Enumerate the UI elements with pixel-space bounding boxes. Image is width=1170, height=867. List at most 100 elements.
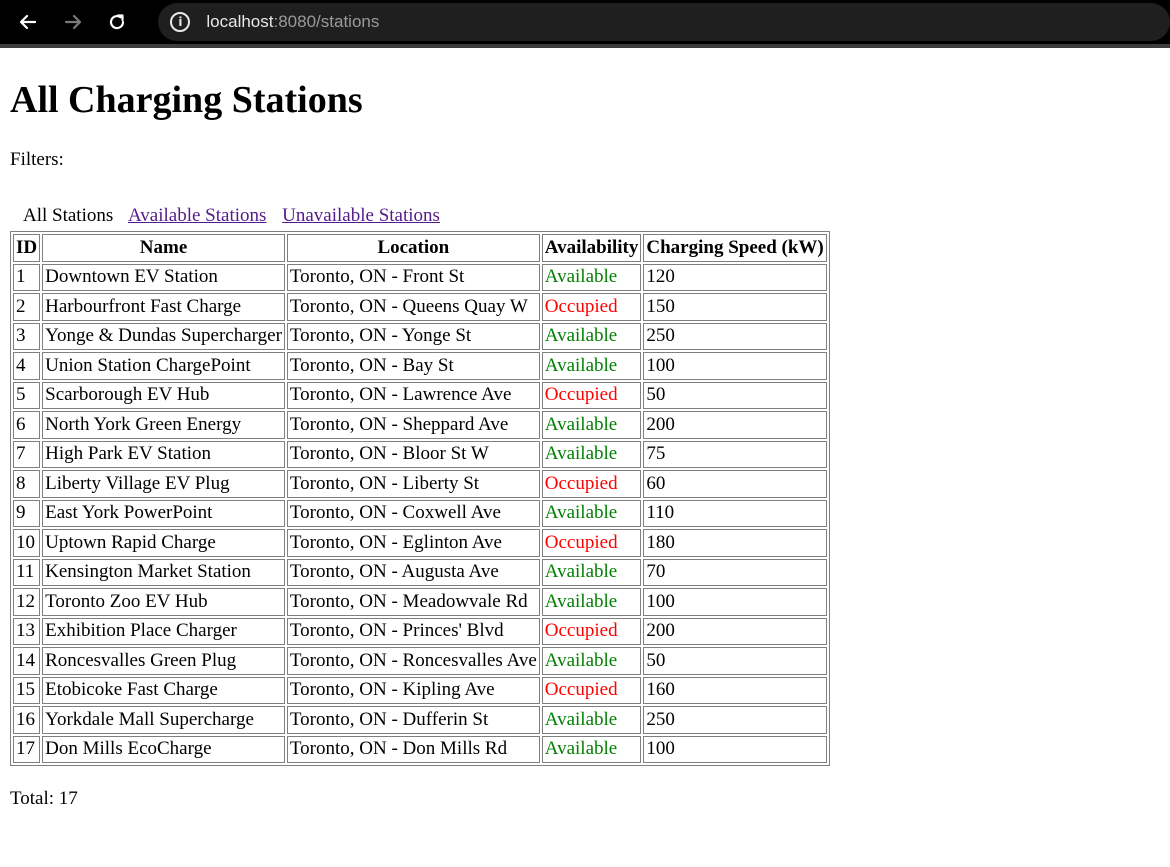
cell-name: Toronto Zoo EV Hub <box>42 588 285 616</box>
cell-location: Toronto, ON - Eglinton Ave <box>286 529 540 557</box>
url-path: :8080/stations <box>273 12 380 31</box>
cell-location: Toronto, ON - Kipling Ave <box>286 676 540 704</box>
url-host: localhost <box>206 12 274 31</box>
table-row: 7 High Park EV Station Toronto, ON - Bloor… <box>13 440 827 468</box>
cell-id: 9 <box>13 499 41 527</box>
header-name: Name <box>42 234 285 262</box>
table-row: 8 Liberty Village EV Plug Toronto, ON - Li… <box>13 470 827 498</box>
table-row: 15 Etobicoke Fast Charge Toronto, ON - Kip… <box>13 676 827 704</box>
cell-charging-speed: 75 <box>643 440 827 468</box>
cell-name: Exhibition Place Charger <box>42 617 285 645</box>
cell-availability: Available <box>541 411 642 439</box>
cell-name: Kensington Market Station <box>42 558 285 586</box>
cell-availability: Occupied <box>541 293 642 321</box>
table-row: 11 Kensington Market Station Toronto, ON -… <box>13 558 827 586</box>
cell-availability: Available <box>541 352 642 380</box>
cell-id: 1 <box>13 263 41 291</box>
cell-id: 10 <box>13 529 41 557</box>
cell-name: Roncesvalles Green Plug <box>42 647 285 675</box>
table-header-row: ID Name Location Availability Charging Speed… <box>13 234 827 262</box>
reload-icon <box>110 14 125 30</box>
arrow-left-icon <box>19 14 36 30</box>
cell-location: Toronto, ON - Roncesvalles Ave <box>286 647 540 675</box>
table-row: 4 Union Station ChargePoint Toronto, ON - … <box>13 352 827 380</box>
filter-unavailable-link[interactable]: Unavailable Stations <box>282 205 440 226</box>
cell-location: Toronto, ON - Front St <box>286 263 540 291</box>
stations-table: ID Name Location Availability Charging Speed… <box>10 231 830 766</box>
cell-location: Toronto, ON - Sheppard Ave <box>286 411 540 439</box>
table-row: 13 Exhibition Place Charger Toronto, ON - … <box>13 617 827 645</box>
cell-name: Harbourfront Fast Charge <box>42 293 285 321</box>
cell-location: Toronto, ON - Don Mills Rd <box>286 735 540 763</box>
cell-location: Toronto, ON - Yonge St <box>286 322 540 350</box>
cell-availability: Available <box>541 263 642 291</box>
cell-id: 13 <box>13 617 41 645</box>
cell-id: 5 <box>13 381 41 409</box>
header-availability: Availability <box>541 234 642 262</box>
cell-location: Toronto, ON - Bloor St W <box>286 440 540 468</box>
back-button[interactable] <box>16 10 40 34</box>
total-count: Total: 17 <box>10 788 78 809</box>
cell-name: Downtown EV Station <box>42 263 285 291</box>
table-row: 17 Don Mills EcoCharge Toronto, ON - Don M… <box>13 735 827 763</box>
cell-charging-speed: 250 <box>643 706 827 734</box>
cell-availability: Occupied <box>541 529 642 557</box>
table-row: 16 Yorkdale Mall Supercharge Toronto, ON -… <box>13 706 827 734</box>
cell-name: Uptown Rapid Charge <box>42 529 285 557</box>
cell-charging-speed: 120 <box>643 263 827 291</box>
cell-name: North York Green Energy <box>42 411 285 439</box>
cell-location: Toronto, ON - Meadowvale Rd <box>286 588 540 616</box>
cell-name: Liberty Village EV Plug <box>42 470 285 498</box>
cell-charging-speed: 180 <box>643 529 827 557</box>
site-info-icon[interactable]: i <box>170 12 191 32</box>
filter-all-current: All Stations <box>23 205 114 226</box>
arrow-right-icon <box>64 14 81 30</box>
cell-id: 2 <box>13 293 41 321</box>
cell-charging-speed: 200 <box>643 617 827 645</box>
cell-location: Toronto, ON - Bay St <box>286 352 540 380</box>
cell-charging-speed: 160 <box>643 676 827 704</box>
forward-button[interactable] <box>61 10 85 34</box>
cell-name: High Park EV Station <box>42 440 285 468</box>
cell-availability: Available <box>541 647 642 675</box>
cell-availability: Available <box>541 499 642 527</box>
cell-availability: Available <box>541 735 642 763</box>
cell-id: 4 <box>13 352 41 380</box>
cell-name: East York PowerPoint <box>42 499 285 527</box>
cell-charging-speed: 50 <box>643 381 827 409</box>
header-location: Location <box>286 234 540 262</box>
cell-charging-speed: 150 <box>643 293 827 321</box>
cell-availability: Available <box>541 558 642 586</box>
cell-id: 17 <box>13 735 41 763</box>
address-bar[interactable]: i localhost:8080/stations <box>158 3 1170 41</box>
reload-button[interactable] <box>106 10 130 34</box>
table-row: 2 Harbourfront Fast Charge Toronto, ON - Q… <box>13 293 827 321</box>
cell-name: Don Mills EcoCharge <box>42 735 285 763</box>
cell-location: Toronto, ON - Augusta Ave <box>286 558 540 586</box>
filters-label: Filters: <box>10 149 64 170</box>
cell-name: Yonge & Dundas Supercharger <box>42 322 285 350</box>
table-row: 9 East York PowerPoint Toronto, ON - Coxwe… <box>13 499 827 527</box>
cell-availability: Occupied <box>541 381 642 409</box>
table-row: 5 Scarborough EV Hub Toronto, ON - Lawrenc… <box>13 381 827 409</box>
cell-charging-speed: 70 <box>643 558 827 586</box>
cell-location: Toronto, ON - Dufferin St <box>286 706 540 734</box>
cell-availability: Occupied <box>541 617 642 645</box>
table-body: 1 Downtown EV Station Toronto, ON - Front … <box>13 263 827 763</box>
cell-availability: Available <box>541 588 642 616</box>
filter-available-link[interactable]: Available Stations <box>128 205 266 226</box>
cell-location: Toronto, ON - Liberty St <box>286 470 540 498</box>
table-row: 6 North York Green Energy Toronto, ON - Sh… <box>13 411 827 439</box>
table-row: 1 Downtown EV Station Toronto, ON - Front … <box>13 263 827 291</box>
cell-availability: Available <box>541 706 642 734</box>
cell-charging-speed: 100 <box>643 735 827 763</box>
cell-charging-speed: 200 <box>643 411 827 439</box>
table-row: 12 Toronto Zoo EV Hub Toronto, ON - Meadow… <box>13 588 827 616</box>
table-row: 3 Yonge & Dundas Supercharger Toronto, ON … <box>13 322 827 350</box>
cell-charging-speed: 50 <box>643 647 827 675</box>
cell-availability: Occupied <box>541 676 642 704</box>
cell-availability: Available <box>541 440 642 468</box>
cell-id: 7 <box>13 440 41 468</box>
cell-id: 8 <box>13 470 41 498</box>
cell-id: 3 <box>13 322 41 350</box>
